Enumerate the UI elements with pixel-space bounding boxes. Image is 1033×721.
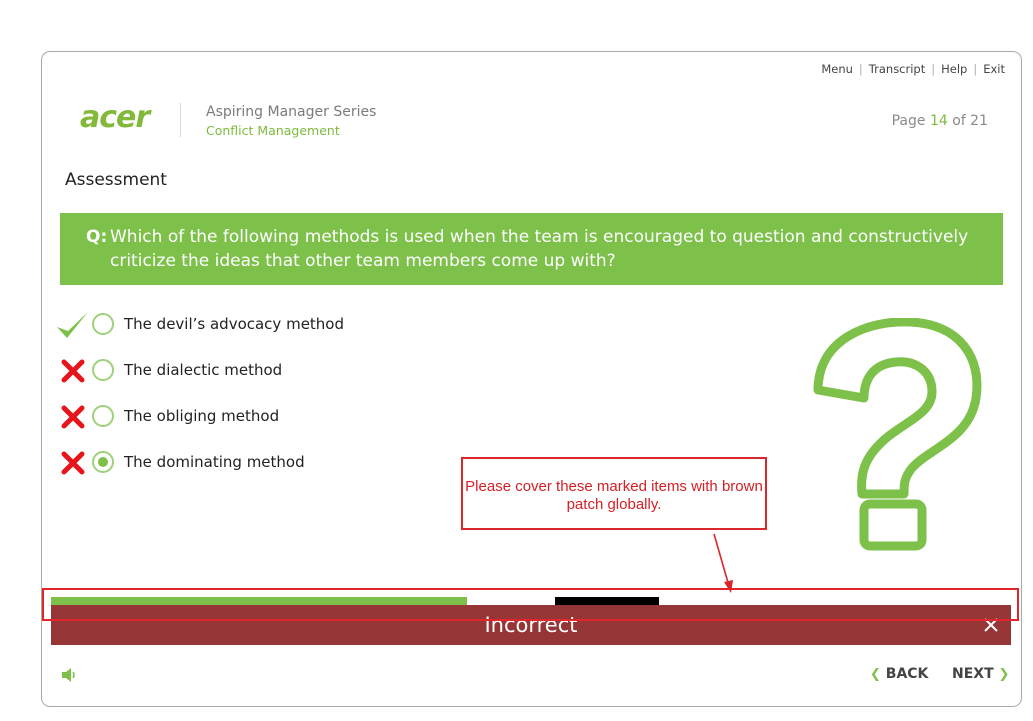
acer-logo: acer xyxy=(80,100,150,135)
question-text: Which of the following methods is used w… xyxy=(110,227,969,271)
series-title: Aspiring Manager Series xyxy=(206,104,377,120)
radio-button-selected[interactable] xyxy=(92,451,114,473)
back-label: BACK xyxy=(885,666,929,682)
page-prefix: Page xyxy=(891,113,926,129)
answer-option[interactable]: The dialectic method xyxy=(55,356,375,386)
transcript-link[interactable]: Transcript xyxy=(869,62,925,76)
radio-button[interactable] xyxy=(92,359,114,381)
header-divider xyxy=(180,103,181,137)
option-label: The dialectic method xyxy=(124,361,283,379)
question-mark-illustration xyxy=(813,318,982,551)
chevron-right-icon: ❯ xyxy=(998,667,1010,682)
section-title: Assessment xyxy=(65,170,167,190)
option-label: The obliging method xyxy=(124,407,280,425)
cross-icon xyxy=(61,359,85,383)
answer-option[interactable]: The obliging method xyxy=(55,402,375,432)
feedback-banner: Incorrect xyxy=(51,605,1011,645)
chevron-left-icon: ❮ xyxy=(870,667,881,682)
radio-button[interactable] xyxy=(92,405,114,427)
back-button[interactable]: ❮ BACK xyxy=(870,666,928,682)
annotation-note: Please cover these marked items with bro… xyxy=(461,457,767,530)
nav-separator: | xyxy=(931,62,936,76)
help-link[interactable]: Help xyxy=(941,62,967,76)
course-title: Conflict Management xyxy=(206,123,340,138)
option-label: The devil’s advocacy method xyxy=(124,315,345,333)
top-nav: Menu | Transcript | Help | Exit xyxy=(821,62,1005,76)
annotation-arrow xyxy=(713,533,733,593)
checkmark-icon xyxy=(57,312,88,338)
page-current: 14 xyxy=(929,113,948,129)
next-button[interactable]: NEXT ❯ xyxy=(952,666,1009,682)
radio-button[interactable] xyxy=(92,313,114,335)
cross-icon xyxy=(61,451,85,475)
close-icon[interactable] xyxy=(981,605,1001,645)
answer-option[interactable]: The devil’s advocacy method xyxy=(55,310,375,340)
exit-link[interactable]: Exit xyxy=(983,62,1005,76)
menu-link[interactable]: Menu xyxy=(821,62,853,76)
feedback-text: Incorrect xyxy=(484,613,578,637)
speaker-icon[interactable] xyxy=(61,667,77,683)
answer-option[interactable]: The dominating method xyxy=(55,448,375,478)
option-label: The dominating method xyxy=(124,453,305,471)
nav-separator: | xyxy=(973,62,978,76)
question-label: Q: xyxy=(86,227,108,247)
nav-separator: | xyxy=(858,62,863,76)
next-label: NEXT xyxy=(952,666,994,682)
question-box: Q: Which of the following methods is use… xyxy=(60,213,1003,285)
cross-icon xyxy=(61,405,85,429)
page-total: 21 xyxy=(970,113,988,129)
page-of: of xyxy=(952,113,966,129)
page-indicator: Page 14 of 21 xyxy=(892,113,988,129)
